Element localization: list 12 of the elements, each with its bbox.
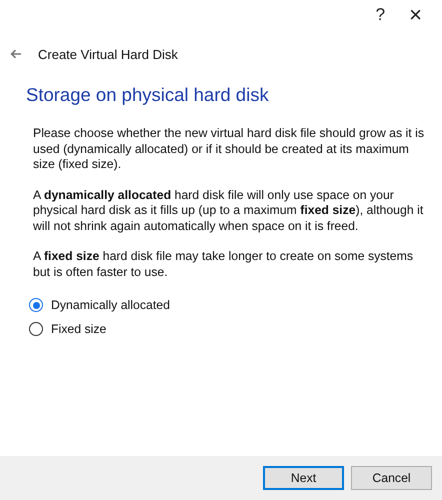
radio-option[interactable]: Fixed size (29, 322, 106, 336)
next-button[interactable]: Next (263, 466, 344, 490)
back-icon[interactable] (10, 49, 22, 59)
page-heading: Storage on physical hard disk (26, 84, 270, 106)
wizard-title: Create Virtual Hard Disk (38, 46, 178, 62)
help-button[interactable]: ? (376, 5, 386, 25)
description-text: A dynamically allocated hard disk file will only use space on your physical hard disk as it fills up (up to a maximum fixed size), although it will not shrink again automatically when space on it is freed. (33, 188, 424, 234)
cancel-button[interactable]: Cancel (351, 466, 432, 490)
description-text: Please choose whether the new virtual hard disk file should grow as it is used (dynamically allocated) or if it should be created at its maximum size (fixed size). (33, 126, 425, 172)
close-button[interactable]: × (409, 2, 422, 28)
radio-option[interactable]: Dynamically allocated (29, 298, 170, 312)
description-text: A fixed size hard disk file may take longer to create on some systems but is often faster to use. (33, 249, 414, 280)
